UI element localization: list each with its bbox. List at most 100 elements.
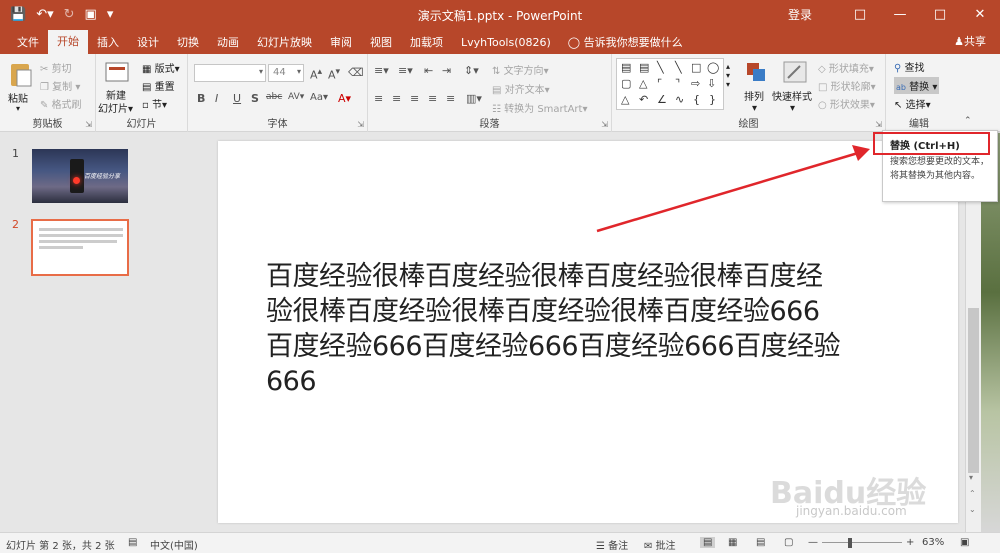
font-size-combo[interactable]: 44 ▾ [268, 64, 304, 82]
textbox-shape-icon[interactable]: ▤ [621, 61, 631, 74]
line-spacing-icon[interactable]: ⇕▾ [464, 64, 479, 77]
right-arrow-shape-icon[interactable]: ⇨ [691, 77, 700, 90]
new-slide-icon[interactable] [104, 60, 130, 86]
clear-format-icon[interactable]: ⌫ [348, 66, 364, 79]
scrollbar-thumb[interactable] [968, 308, 979, 473]
quick-styles-icon[interactable] [782, 60, 808, 86]
underline-button[interactable]: U [233, 92, 241, 105]
comments-button[interactable]: ✉ 批注 [644, 537, 676, 552]
bold-button[interactable]: B [197, 92, 205, 105]
line2-shape-icon[interactable]: ╲ [675, 61, 682, 74]
drawing-launcher-icon[interactable]: ⇲ [875, 120, 882, 129]
paste-button[interactable]: 粘贴 [8, 90, 28, 105]
align-text-button[interactable]: ▤ 对齐文本▾ [492, 81, 550, 96]
justify-icon[interactable]: ≡ [428, 92, 437, 105]
tab-view[interactable]: 视图 [361, 32, 401, 54]
slide-body-text[interactable]: 百度经验很棒百度经验很棒百度经验很棒百度经验很棒百度经验很棒百度经验很棒百度经验… [266, 259, 846, 399]
zoom-level[interactable]: 63% [922, 537, 944, 548]
connector-icon[interactable]: ⌜ [657, 77, 662, 90]
zoom-in-icon[interactable]: + [906, 537, 914, 548]
tab-animations[interactable]: 动画 [208, 32, 248, 54]
text-direction-button[interactable]: ⇅ 文字方向▾ [492, 62, 549, 77]
new-slide-button[interactable]: 幻灯片▾ [98, 100, 133, 115]
brace-left-shape-icon[interactable]: { [693, 93, 700, 106]
down-arrow-shape-icon[interactable]: ⇩ [707, 77, 716, 90]
tab-insert[interactable]: 插入 [88, 32, 128, 54]
ribbon-display-icon[interactable]: □ [840, 7, 880, 22]
slide-thumbnail-1[interactable]: 百度经验分享 [32, 149, 128, 203]
grow-font-icon[interactable]: A▴ [310, 66, 322, 82]
slideshow-view-icon[interactable]: ▢ [784, 537, 793, 548]
find-button[interactable]: ⚲ 查找 [894, 59, 925, 74]
slide-sorter-icon[interactable]: ▦ [728, 537, 737, 548]
smartart-button[interactable]: ☷ 转换为 SmartArt▾ [492, 100, 588, 115]
undo-icon[interactable]: ↶▾ [36, 7, 53, 22]
zoom-out-icon[interactable]: — [808, 537, 818, 548]
tab-addins[interactable]: 加载项 [401, 32, 452, 54]
rounded-rect-icon[interactable]: ▢ [621, 77, 631, 90]
increase-indent-icon[interactable]: ⇥ [442, 64, 451, 77]
replace-button[interactable]: ab 替换 ▾ [894, 77, 940, 94]
tell-me-box[interactable]: ◯ 告诉我你想要做什么 [568, 32, 683, 54]
format-painter-button[interactable]: ✎ 格式刷 [40, 96, 82, 111]
tab-design[interactable]: 设计 [128, 32, 168, 54]
brace-right-shape-icon[interactable]: } [709, 93, 716, 106]
normal-view-icon[interactable]: ▤ [700, 537, 716, 548]
redo-icon[interactable]: ↻ [64, 7, 75, 22]
shape-effects-button[interactable]: ○ 形状效果▾ [818, 96, 875, 111]
shape-fill-button[interactable]: ◇ 形状填充▾ [818, 60, 874, 75]
columns-icon[interactable]: ▥▾ [466, 92, 482, 105]
font-color-icon[interactable]: A▾ [338, 92, 351, 105]
paste-dropdown-icon[interactable]: ▾ [16, 104, 20, 113]
char-spacing-icon[interactable]: AV▾ [288, 92, 304, 102]
slide-thumbnail-2[interactable] [31, 219, 129, 276]
fit-to-window-icon[interactable]: ▣ [960, 537, 969, 548]
change-case-icon[interactable]: Aa▾ [310, 92, 328, 103]
decrease-indent-icon[interactable]: ⇤ [424, 64, 433, 77]
vertical-textbox-icon[interactable]: ▤ [639, 61, 649, 74]
shrink-font-icon[interactable]: A▾ [328, 66, 340, 82]
cut-button[interactable]: ✂ 剪切 [40, 60, 72, 75]
reading-view-icon[interactable]: ▤ [756, 537, 765, 548]
scroll-down-icon[interactable]: ▾ [969, 473, 973, 482]
previous-slide-icon[interactable]: ⌃ [969, 489, 976, 498]
next-slide-icon[interactable]: ⌄ [969, 505, 976, 514]
bullets-icon[interactable]: ≡▾ [374, 64, 389, 77]
italic-button[interactable]: I [215, 92, 218, 105]
paste-icon[interactable] [8, 60, 34, 87]
maximize-button[interactable]: □ [920, 7, 960, 22]
shadow-button[interactable]: S [251, 92, 259, 105]
notes-button[interactable]: ☰ 备注 [596, 537, 628, 552]
save-icon[interactable]: 💾 [10, 7, 26, 22]
spell-check-icon[interactable]: ▤ [128, 537, 137, 548]
copy-button[interactable]: ❐ 复制 ▾ [40, 78, 80, 93]
paragraph-launcher-icon[interactable]: ⇲ [601, 120, 608, 129]
tab-file[interactable]: 文件 [8, 32, 48, 54]
close-button[interactable]: ✕ [960, 7, 1000, 22]
connector2-icon[interactable]: ⌝ [675, 77, 680, 90]
rectangle-shape-icon[interactable]: □ [691, 61, 701, 74]
zoom-slider-handle[interactable] [848, 538, 852, 548]
arrange-button[interactable]: 排列 ▾ [744, 88, 764, 114]
layout-button[interactable]: ▦ 版式▾ [142, 60, 180, 75]
clipboard-launcher-icon[interactable]: ⇲ [85, 120, 92, 129]
minimize-button[interactable]: — [880, 7, 920, 22]
line-shape-icon[interactable]: ╲ [657, 61, 664, 74]
align-right-icon[interactable]: ≡ [410, 92, 419, 105]
freeform-shape-icon[interactable]: ∠ [657, 93, 667, 106]
tab-review[interactable]: 审阅 [321, 32, 361, 54]
shape-outline-button[interactable]: □ 形状轮廓▾ [818, 78, 876, 93]
numbering-icon[interactable]: ≡▾ [398, 64, 413, 77]
triangle-shape-icon[interactable]: △ [639, 77, 647, 90]
scribble-shape-icon[interactable]: ∿ [675, 93, 684, 106]
zoom-slider[interactable] [822, 542, 902, 543]
callout-shape-icon[interactable]: △ [621, 93, 629, 106]
quick-styles-button[interactable]: 快速样式 ▾ [772, 88, 812, 114]
distribute-icon[interactable]: ≡ [446, 92, 455, 105]
shapes-gallery[interactable]: ▤ ▤ ╲ ╲ □ ◯ ▢ △ ⌜ ⌝ ⇨ ⇩ △ ↶ ∠ ∿ { } [616, 58, 724, 110]
tab-lvyhtools[interactable]: LvyhTools(0826) [452, 32, 560, 54]
login-link[interactable]: 登录 [788, 6, 812, 23]
shapes-more-icon[interactable]: ▴ ▾ ▾ [726, 62, 730, 89]
arrange-icon[interactable] [744, 60, 770, 86]
select-button[interactable]: ↖ 选择▾ [894, 96, 931, 111]
